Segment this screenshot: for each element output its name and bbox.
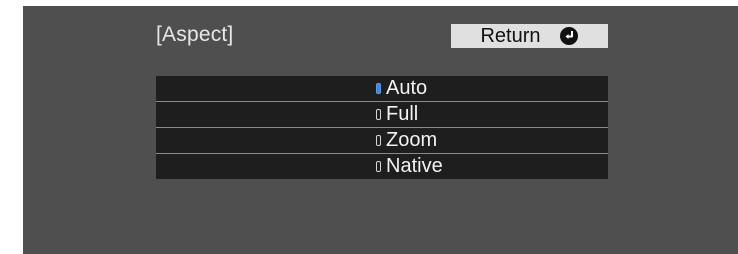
radio-unselected-icon <box>376 109 381 120</box>
enter-return-icon <box>559 27 578 45</box>
option-label: Full <box>386 103 419 125</box>
radio-unselected-icon <box>376 161 381 172</box>
option-full[interactable]: Full <box>156 102 608 128</box>
return-button-label: Return <box>480 24 541 47</box>
option-label: Zoom <box>386 129 438 151</box>
option-label: Auto <box>386 77 428 99</box>
option-auto[interactable]: Auto <box>156 76 608 102</box>
aspect-menu-panel: [Aspect] Return Auto Full Zoom Native <box>23 6 738 254</box>
return-button[interactable]: Return <box>451 24 608 48</box>
menu-title: [Aspect] <box>156 23 234 46</box>
option-zoom[interactable]: Zoom <box>156 128 608 154</box>
option-native[interactable]: Native <box>156 154 608 179</box>
radio-unselected-icon <box>376 135 381 146</box>
radio-selected-icon <box>376 83 381 94</box>
option-label: Native <box>386 155 443 177</box>
aspect-options-list: Auto Full Zoom Native <box>156 76 608 179</box>
